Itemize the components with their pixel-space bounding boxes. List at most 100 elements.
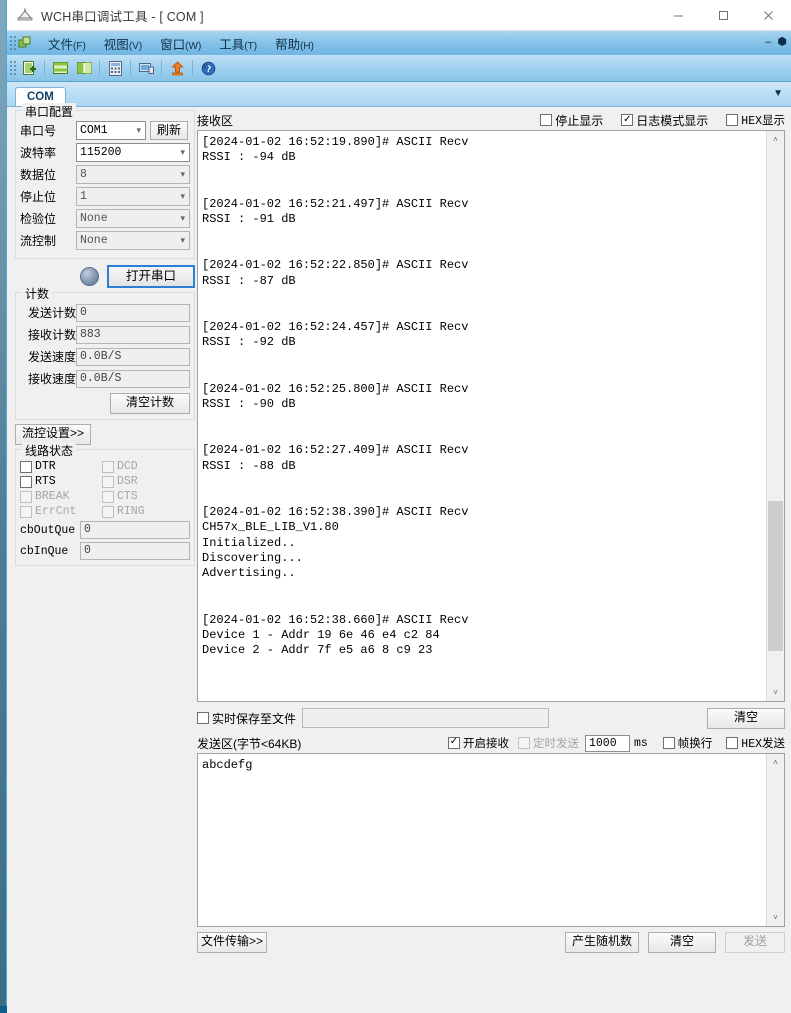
parity-label: 检验位	[20, 212, 57, 226]
chevron-down-icon: ▾	[180, 191, 185, 202]
checkbox-hex-display[interactable]: HEX显示	[726, 112, 785, 128]
checkbox-stop-display[interactable]: 停止显示	[540, 112, 603, 129]
menu-file[interactable]: 文件(F)	[39, 32, 95, 55]
checkbox-dcd: DCD	[102, 460, 190, 473]
checkbox-frame-newline[interactable]: 帧换行	[662, 735, 712, 751]
tx-count-value: 0	[76, 303, 190, 322]
rx-count-label: 接收计数	[28, 328, 77, 342]
checkbox-box	[726, 737, 739, 749]
checkbox-save-to-file[interactable]: 实时保存至文件	[197, 710, 296, 727]
checkbox-timed-send: 定时发送	[517, 735, 579, 751]
checkbox-box	[20, 475, 32, 488]
databits-label: 数据位	[20, 168, 57, 182]
minimize-button[interactable]	[656, 0, 701, 30]
checkbox-rts[interactable]: RTS	[20, 475, 102, 488]
stopbits-select[interactable]: 1 ▾	[76, 187, 190, 206]
close-button[interactable]	[746, 0, 791, 30]
new-document-icon[interactable]	[18, 58, 40, 78]
checkbox-hex-send[interactable]: HEX发送	[726, 735, 785, 751]
send-actions-bar: 文件传输>> 产生随机数 清空 发送	[197, 932, 785, 953]
checkbox-box	[726, 114, 739, 126]
mdi-restore-icon[interactable]: ⬢	[774, 36, 787, 48]
checkbox-box	[102, 475, 114, 488]
chevron-down-icon: ▾	[180, 169, 185, 180]
checkbox-box	[517, 737, 530, 749]
checkbox-box	[102, 505, 114, 518]
baud-select[interactable]: 115200 ▾	[76, 143, 190, 162]
counters-group: 计数 发送计数 0 接收计数 883 发送速度 0.0B/S 接收速度 0.0B…	[15, 285, 195, 420]
line-status-title: 线路状态	[22, 442, 77, 459]
cbinque-value: 0	[80, 542, 190, 560]
toolbar-separator	[99, 60, 100, 76]
cboutque-row: cbOutQue 0	[20, 521, 190, 539]
menu-tools[interactable]: 工具(T)	[210, 32, 266, 55]
menu-window[interactable]: 窗口(W)	[151, 32, 210, 55]
parity-select[interactable]: None ▾	[76, 209, 190, 228]
tool-bar: ? »	[7, 55, 791, 82]
databits-select[interactable]: 8 ▾	[76, 165, 190, 184]
checkbox-box	[197, 712, 209, 724]
checkbox-box	[102, 490, 114, 503]
checkbox-log-mode[interactable]: ✓ 日志模式显示	[621, 112, 708, 129]
flowcontrol-select[interactable]: None ▾	[76, 231, 190, 250]
menu-view[interactable]: 视图(V)	[95, 32, 151, 55]
toolbar-separator	[161, 60, 162, 76]
menu-grip-icon[interactable]	[9, 35, 17, 51]
calculator-icon[interactable]	[104, 58, 126, 78]
scroll-down-icon[interactable]: ˅	[767, 684, 784, 701]
counters-title: 计数	[22, 285, 53, 302]
open-port-button[interactable]: 打开串口	[107, 265, 195, 288]
scroll-up-icon[interactable]: ˄	[767, 754, 784, 771]
scrollbar-thumb[interactable]	[768, 501, 783, 651]
cbinque-row: cbInQue 0	[20, 542, 190, 560]
port-status-led	[80, 267, 99, 286]
tx-speed-label: 发送速度	[28, 350, 77, 364]
file-transfer-button[interactable]: 文件传输>>	[197, 932, 267, 953]
save-path-input[interactable]	[302, 708, 550, 728]
databits-value: 8	[80, 168, 87, 181]
baud-row: 波特率 115200 ▾	[20, 143, 190, 162]
toolbar-overflow-icon[interactable]: »	[203, 61, 209, 72]
vertical-tile-icon[interactable]	[73, 58, 95, 78]
horizontal-tile-icon[interactable]	[49, 58, 71, 78]
refresh-button[interactable]: 刷新	[150, 121, 188, 140]
random-data-button[interactable]: 产生随机数	[565, 932, 639, 953]
maximize-button[interactable]	[701, 0, 746, 30]
chevron-down-icon[interactable]: ▼	[773, 88, 783, 99]
cbinque-label: cbInQue	[20, 544, 69, 558]
upload-icon[interactable]	[166, 58, 188, 78]
mdi-app-icon	[17, 35, 33, 51]
mdi-child-controls[interactable]: – ⬢	[765, 35, 787, 48]
clear-receive-button[interactable]: 清空	[707, 707, 785, 729]
send-scrollbar[interactable]: ˄ ˅	[766, 754, 784, 926]
title-bar: WCH串口调试工具 - [ COM ]	[7, 0, 791, 31]
mdi-minimize-icon[interactable]: –	[765, 36, 771, 48]
clear-send-button[interactable]: 清空	[648, 932, 716, 953]
scroll-up-icon[interactable]: ˄	[767, 131, 784, 148]
checkbox-break: BREAK	[20, 490, 102, 503]
baud-value: 115200	[80, 146, 122, 159]
checkbox-errcnt: ErrCnt	[20, 505, 102, 518]
rx-speed-value: 0.0B/S	[76, 369, 190, 388]
menu-help[interactable]: 帮助(H)	[266, 32, 323, 55]
app-icon	[15, 7, 35, 23]
send-button[interactable]: 发送	[725, 932, 785, 953]
checkbox-box	[540, 114, 553, 126]
checkbox-box	[20, 490, 32, 503]
send-textarea[interactable]: abcdefg ˄ ˅	[197, 753, 785, 927]
checkbox-dtr[interactable]: DTR	[20, 460, 102, 473]
rx-speed-row: 接收速度 0.0B/S	[20, 369, 190, 388]
computer-icon[interactable]	[135, 58, 157, 78]
port-select[interactable]: COM1 ▾	[76, 121, 146, 140]
send-header: 发送区(字节<64KB) ✓ 开启接收 定时发送 1000 ms 帧换行 HEX发…	[197, 733, 785, 753]
checkbox-ring: RING	[102, 505, 190, 518]
chevron-down-icon: ▾	[180, 235, 185, 246]
checkbox-enable-receive[interactable]: ✓ 开启接收	[447, 735, 509, 751]
tx-count-label: 发送计数	[28, 306, 77, 320]
toolbar-grip-icon[interactable]	[9, 60, 17, 76]
clear-counters-button[interactable]: 清空计数	[110, 393, 190, 414]
send-interval-input[interactable]: 1000	[584, 734, 630, 752]
scroll-down-icon[interactable]: ˅	[767, 909, 784, 926]
receive-scrollbar[interactable]: ˄ ˅	[766, 131, 784, 701]
receive-textarea[interactable]: [2024-01-02 16:52:19.890]# ASCII Recv RS…	[197, 130, 785, 702]
